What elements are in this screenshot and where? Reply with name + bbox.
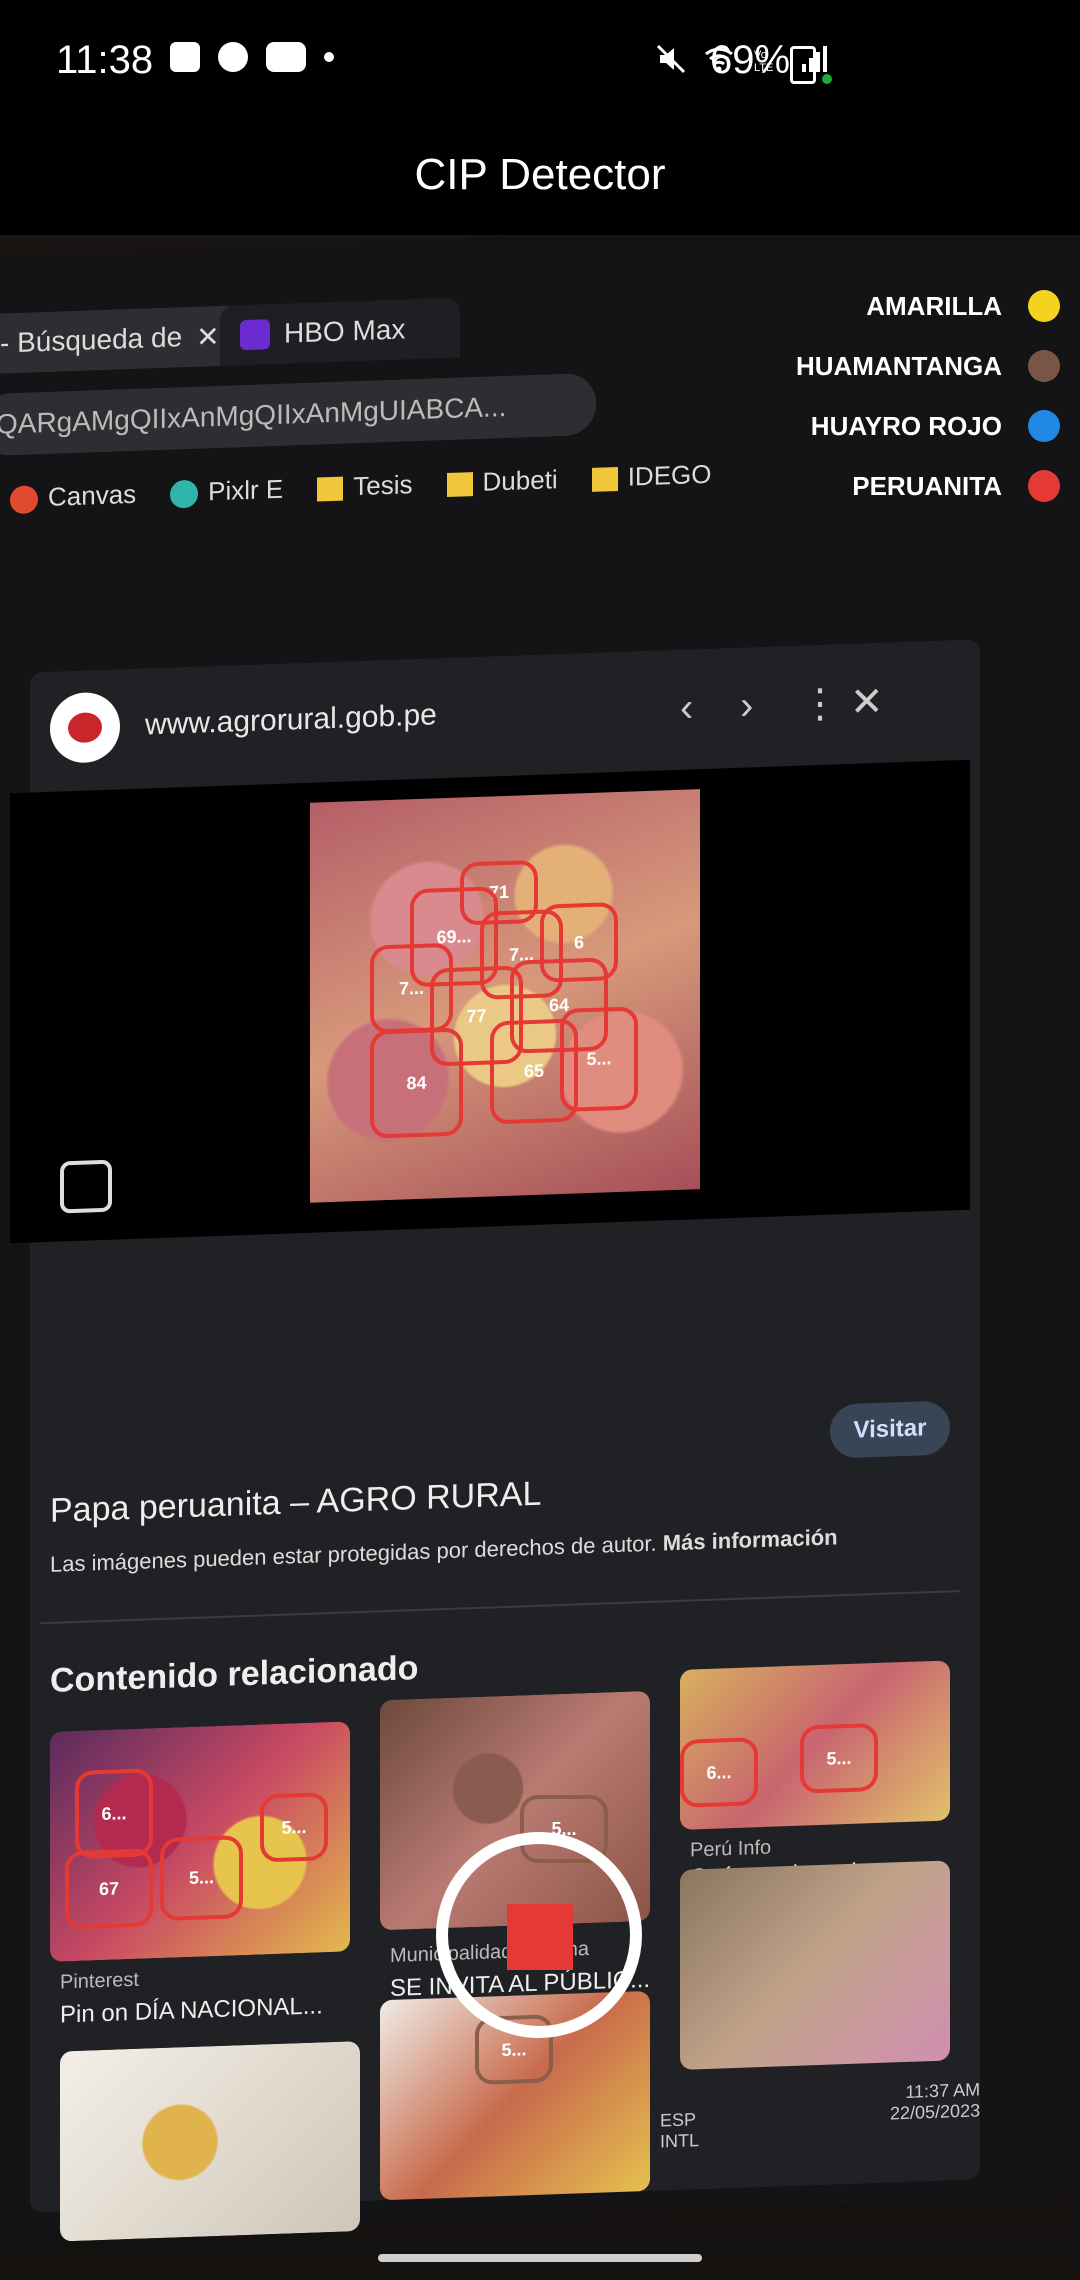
legend-item-huamantanga: HUAMANTANGA [796, 350, 1060, 382]
related-thumb [60, 2041, 360, 2242]
status-bar: 11:38 Vo LTE 69% [0, 0, 1080, 130]
lens-icon [60, 1159, 112, 1214]
canvas-icon [10, 485, 38, 515]
bookmark-item: Tesis [317, 469, 413, 503]
mute-icon [656, 44, 686, 74]
visit-button: Visitar [830, 1400, 950, 1459]
bookmark-item: Canvas [10, 479, 136, 515]
dot-icon [324, 52, 334, 62]
pixlr-icon [170, 479, 199, 509]
image-preview: 71 69... 7... 6 7... 77 64 84 65 5... [10, 759, 970, 1244]
detection-box: 5... [560, 1006, 638, 1113]
hbo-logo-icon [240, 319, 270, 351]
related-source: Perú Info [690, 1836, 772, 1862]
tab-label: HBO Max [284, 313, 406, 349]
bookmark-item: Dubeti [446, 464, 558, 499]
legend-swatch [1028, 290, 1060, 322]
bookmark-item: Pixlr E [170, 474, 283, 509]
address-bar: QARgAMgQIIxAnMgQIIxAnMgUIABCA... [0, 372, 596, 457]
detection-box: 67 [65, 1848, 153, 1930]
legend-item-huayro-rojo: HUAYRO ROJO [811, 410, 1060, 442]
class-legend: AMARILLA HUAMANTANGA HUAYRO ROJO PERUANI… [796, 290, 1060, 502]
more-info-link: Más información [662, 1524, 838, 1556]
youtube-icon [266, 42, 306, 72]
detection-box: 6... [75, 1768, 153, 1859]
close-icon: ✕ [850, 679, 884, 725]
status-time: 11:38 [56, 38, 154, 82]
battery-icon [790, 46, 816, 84]
notification-icons [170, 42, 334, 72]
chevron-left-icon: ‹ [680, 685, 694, 730]
taskbar-clock: 11:37 AM 22/05/2023 [890, 2079, 981, 2124]
tab-label: - Búsqueda de [0, 321, 183, 359]
folder-icon [446, 472, 473, 498]
legend-swatch [1028, 410, 1060, 442]
battery-percent: 69% [710, 38, 791, 82]
related-thumb [680, 1860, 950, 2070]
app-title: CIP Detector [414, 150, 666, 199]
detection-box: 6... [680, 1737, 758, 1808]
legend-swatch [1028, 470, 1060, 502]
close-icon: ✕ [196, 320, 220, 353]
detection-box: 5... [160, 1835, 243, 1922]
panel-header: www.agrorural.gob.pe ‹ › ⋮ ✕ [30, 639, 980, 782]
detection-box: 5... [260, 1792, 328, 1863]
stop-icon[interactable] [507, 1904, 573, 1970]
related-source: Pinterest [60, 1968, 139, 1994]
home-indicator[interactable] [378, 2254, 702, 2262]
legend-item-amarilla: AMARILLA [866, 290, 1060, 322]
site-url: www.agrorural.gob.pe [145, 698, 437, 742]
copyright-note: Las imágenes pueden estar protegidas por… [50, 1524, 838, 1577]
chevron-right-icon: › [740, 683, 754, 728]
browser-tab-search: - Búsqueda de ✕ [0, 305, 240, 375]
more-icon: ⋮ [800, 681, 840, 727]
detection-box: 84 [370, 1027, 463, 1139]
site-logo [50, 691, 120, 764]
soccer-icon [218, 42, 248, 72]
legend-swatch [1028, 350, 1060, 382]
taskbar-lang: ESP INTL [660, 2109, 700, 2152]
related-heading: Contenido relacionado [50, 1648, 419, 1700]
browser-tab-hbo: HBO Max [220, 297, 460, 366]
detection-box: 5... [800, 1722, 878, 1794]
folder-icon [591, 467, 618, 493]
divider [40, 1590, 960, 1625]
legend-item-peruanita: PERUANITA [852, 470, 1060, 502]
bookmark-item: IDEGO [591, 459, 711, 494]
result-title: Papa peruanita – AGRO RURAL [50, 1474, 542, 1530]
privacy-indicator-icon [822, 74, 832, 84]
related-title: Pin on DÍA NACIONAL... [60, 1992, 323, 2029]
bookmarks-bar: Canvas Pixlr E Tesis Dubeti IDEGO [10, 459, 711, 515]
folder-icon [317, 476, 344, 502]
screenshot-icon [170, 42, 200, 72]
